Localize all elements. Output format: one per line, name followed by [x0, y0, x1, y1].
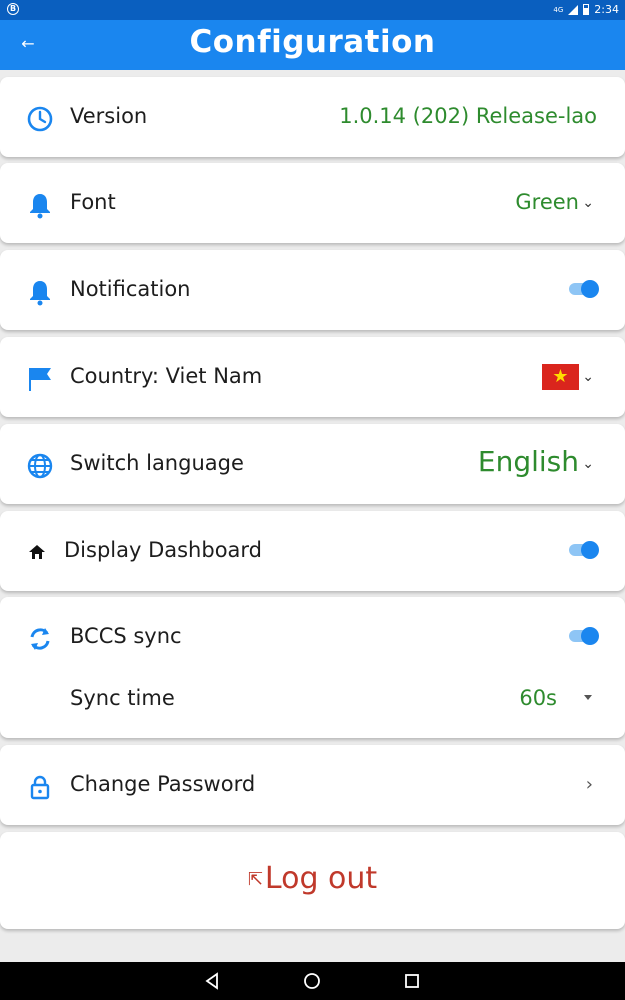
language-label: Switch language — [70, 451, 244, 475]
status-bar: B 4G 2:34 — [0, 0, 625, 20]
flag-icon — [26, 365, 54, 393]
change-password-label: Change Password — [70, 772, 256, 796]
vietnam-flag-icon[interactable]: ★ — [542, 364, 579, 390]
network-label: 4G — [553, 5, 564, 14]
dashboard-card: Display Dashboard — [0, 511, 625, 591]
app-notification-icon: B — [7, 3, 19, 15]
recents-nav-icon[interactable] — [402, 971, 422, 991]
toggle-knob — [581, 280, 599, 298]
notification-card: Notification — [0, 250, 625, 330]
bell-icon — [26, 191, 54, 219]
bccs-sync-label: BCCS sync — [70, 624, 182, 648]
version-card: Version 1.0.14 (202) Release-lao — [0, 77, 625, 157]
dashboard-label: Display Dashboard — [64, 538, 263, 562]
flag-star: ★ — [552, 366, 569, 387]
clock-icon — [26, 105, 54, 133]
version-value: 1.0.14 (202) Release-lao — [339, 104, 597, 128]
notification-toggle[interactable] — [569, 280, 599, 298]
logout-label: Log out — [264, 861, 378, 896]
chevron-down-icon[interactable]: ⌄ — [582, 195, 594, 211]
toggle-knob — [581, 627, 599, 645]
chevron-right-icon[interactable]: › — [586, 774, 593, 795]
home-icon — [28, 543, 46, 561]
dashboard-toggle[interactable] — [569, 541, 599, 559]
chevron-down-icon[interactable]: ⌄ — [582, 456, 594, 472]
home-nav-icon[interactable] — [302, 971, 322, 991]
logout-card[interactable]: ⇱Log out — [0, 832, 625, 929]
clock-time: 2:34 — [594, 3, 619, 16]
toggle-knob — [581, 541, 599, 559]
language-value[interactable]: English — [478, 445, 579, 478]
battery-icon — [583, 4, 590, 15]
country-card[interactable]: Country: Viet Nam ★ ⌄ — [0, 337, 625, 417]
bccs-sync-card: BCCS sync Sync time 60s — [0, 597, 625, 738]
signal-icon — [568, 4, 579, 15]
system-nav-bar — [0, 962, 625, 1000]
bell-icon — [26, 278, 54, 306]
app-bar: ← Configuration — [0, 20, 625, 70]
logout-icon: ⇱ — [247, 869, 263, 890]
sync-time-label: Sync time — [70, 686, 175, 710]
font-value[interactable]: Green — [515, 190, 579, 214]
page-title: Configuration — [189, 24, 436, 60]
change-password-card[interactable]: Change Password › — [0, 745, 625, 825]
chevron-down-icon[interactable]: ⌄ — [582, 369, 594, 385]
font-card[interactable]: Font Green ⌄ — [0, 163, 625, 243]
notification-label: Notification — [70, 277, 191, 301]
country-label: Country: Viet Nam — [70, 364, 263, 388]
globe-icon — [26, 452, 54, 480]
sync-time-value[interactable]: 60s — [519, 686, 557, 710]
back-nav-icon[interactable] — [202, 971, 222, 991]
lock-icon — [26, 773, 54, 801]
language-card[interactable]: Switch language English ⌄ — [0, 424, 625, 504]
version-label: Version — [70, 104, 148, 128]
logout-button[interactable]: ⇱Log out — [0, 861, 625, 896]
sync-icon — [26, 625, 54, 653]
bccs-sync-toggle[interactable] — [569, 627, 599, 645]
dropdown-arrow-icon[interactable] — [584, 695, 592, 700]
font-label: Font — [70, 190, 116, 214]
